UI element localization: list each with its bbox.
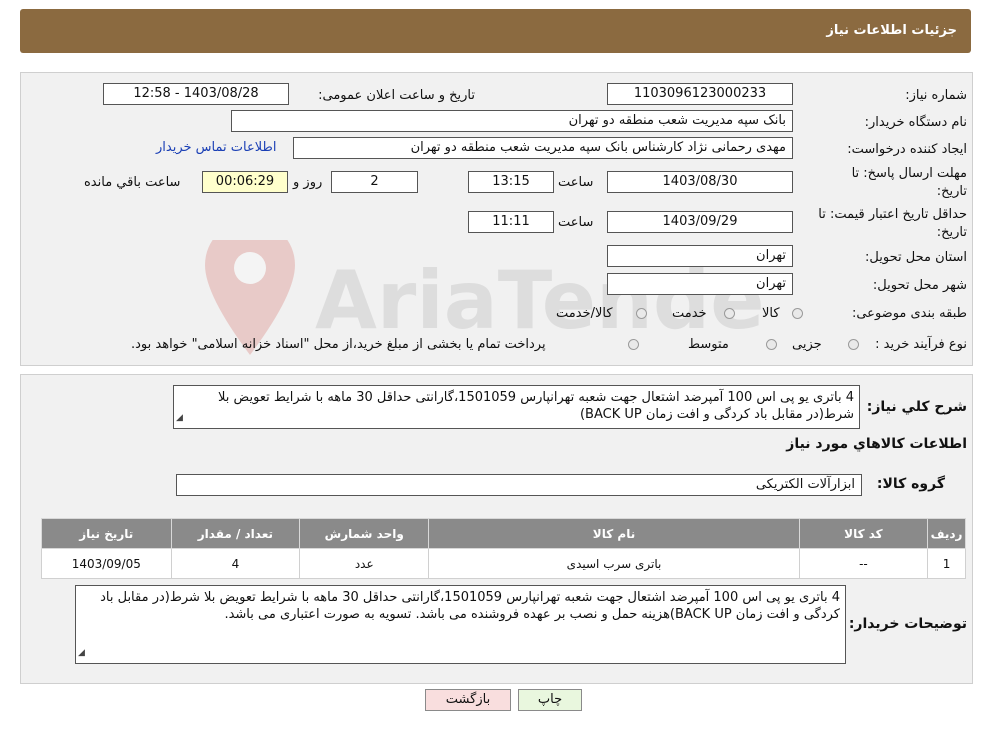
- deadline-label-line1: مهلت ارسال پاسخ: تا: [851, 166, 967, 181]
- days-count-field: 2: [331, 171, 418, 193]
- buyer-notes-label: توضیحات خریدار:: [848, 616, 967, 632]
- buyer-notes-text: 4 باتری یو پی اس 100 آمپرضد اشتعال جهت ش…: [100, 590, 840, 622]
- validity-label-line2: تاریخ:: [936, 225, 967, 240]
- category-label: طبقه بندی موضوعی:: [851, 306, 967, 321]
- cell-unit: عدد: [299, 548, 430, 579]
- goods-info-title: اطلاعات کالاهاي مورد نياز: [786, 436, 967, 452]
- goods-group-field: ابزارآلات الکتریکی: [176, 474, 862, 496]
- purchase-medium-radio[interactable]: [766, 339, 777, 350]
- goods-table: رديف کد کالا نام کالا واحد شمارش تعداد /…: [41, 518, 966, 579]
- city-label: شهر محل تحویل:: [872, 278, 967, 293]
- category-goods-label: کالا: [762, 306, 780, 321]
- category-goods-service-label: کالا/خدمت: [556, 306, 613, 321]
- purchase-minor-radio[interactable]: [848, 339, 859, 350]
- col-code: کد کالا: [798, 518, 929, 549]
- validity-label-line1: حداقل تاریخ اعتبار قیمت: تا: [818, 207, 967, 222]
- validity-date-field: 1403/09/29: [607, 211, 793, 233]
- purchase-type-label: نوع فرآیند خرید :: [875, 337, 967, 352]
- page-header: جزئیات اطلاعات نیاز: [20, 9, 971, 53]
- resize-grip-icon[interactable]: ◢: [78, 645, 85, 662]
- remaining-label: ساعت باقي مانده: [84, 175, 181, 190]
- announce-label: تاریخ و ساعت اعلان عمومی:: [318, 88, 475, 103]
- province-field: تهران: [607, 245, 793, 267]
- summary-text: 4 باتری یو پی اس 100 آمپرضد اشتعال جهت ش…: [218, 390, 854, 422]
- resize-grip-icon[interactable]: ◢: [176, 410, 183, 427]
- city-field: تهران: [607, 273, 793, 295]
- purchase-medium-label: متوسط: [688, 337, 729, 352]
- province-label: استان محل تحویل:: [865, 250, 967, 265]
- deadline-date-field: 1403/08/30: [607, 171, 793, 193]
- cell-row: 1: [927, 548, 966, 579]
- category-goods-radio[interactable]: [792, 308, 803, 319]
- creator-label: ایجاد کننده درخواست:: [847, 142, 967, 157]
- col-unit: واحد شمارش: [299, 518, 430, 549]
- col-row: رديف: [927, 518, 966, 549]
- goods-table-header: رديف کد کالا نام کالا واحد شمارش تعداد /…: [41, 518, 966, 549]
- summary-textarea: 4 باتری یو پی اس 100 آمپرضد اشتعال جهت ش…: [173, 385, 860, 429]
- deadline-label-line2: تاریخ:: [936, 184, 967, 199]
- table-row: 1 -- باتری سرب اسیدی عدد 4 1403/09/05: [41, 548, 966, 579]
- days-label: روز و: [293, 175, 323, 190]
- deadline-time-label: ساعت: [558, 175, 594, 190]
- buyer-notes-textarea: 4 باتری یو پی اس 100 آمپرضد اشتعال جهت ش…: [75, 585, 846, 664]
- col-qty: تعداد / مقدار: [170, 518, 301, 549]
- back-button[interactable]: بازگشت: [425, 689, 511, 711]
- need-number-field: 1103096123000233: [607, 83, 793, 105]
- category-service-radio[interactable]: [724, 308, 735, 319]
- goods-group-label: گروه کالا:: [876, 476, 945, 492]
- validity-time-label: ساعت: [558, 215, 594, 230]
- creator-field: مهدی رحمانی نژاد کارشناس بانک سپه مدیریت…: [293, 137, 793, 159]
- category-goods-service-radio[interactable]: [636, 308, 647, 319]
- col-name: نام کالا: [428, 518, 800, 549]
- need-number-label: شماره نیاز:: [905, 88, 967, 103]
- category-service-label: خدمت: [672, 306, 707, 321]
- purchase-minor-label: جزیی: [792, 337, 822, 352]
- print-button[interactable]: چاپ: [518, 689, 582, 711]
- remaining-time-field: 00:06:29: [202, 171, 288, 193]
- buyer-contact-link[interactable]: اطلاعات تماس خریدار: [156, 140, 276, 155]
- col-date: تاريخ نياز: [41, 518, 172, 549]
- validity-time-field: 11:11: [468, 211, 554, 233]
- page-title: جزئیات اطلاعات نیاز: [826, 23, 957, 38]
- cell-name: باتری سرب اسیدی: [428, 548, 800, 579]
- buyer-org-label: نام دستگاه خریدار:: [864, 115, 967, 130]
- buyer-org-field: بانک سپه مدیریت شعب منطقه دو تهران: [231, 110, 793, 132]
- cell-qty: 4: [170, 548, 301, 579]
- deadline-time-field: 13:15: [468, 171, 554, 193]
- purchase-note: پرداخت تمام یا بخشی از مبلغ خرید،از محل …: [131, 337, 546, 352]
- summary-label: شرح کلي نياز:: [866, 399, 967, 415]
- cell-code: --: [798, 548, 929, 579]
- purchase-note-radio[interactable]: [628, 339, 639, 350]
- announce-field: 1403/08/28 - 12:58: [103, 83, 289, 105]
- cell-date: 1403/09/05: [41, 548, 172, 579]
